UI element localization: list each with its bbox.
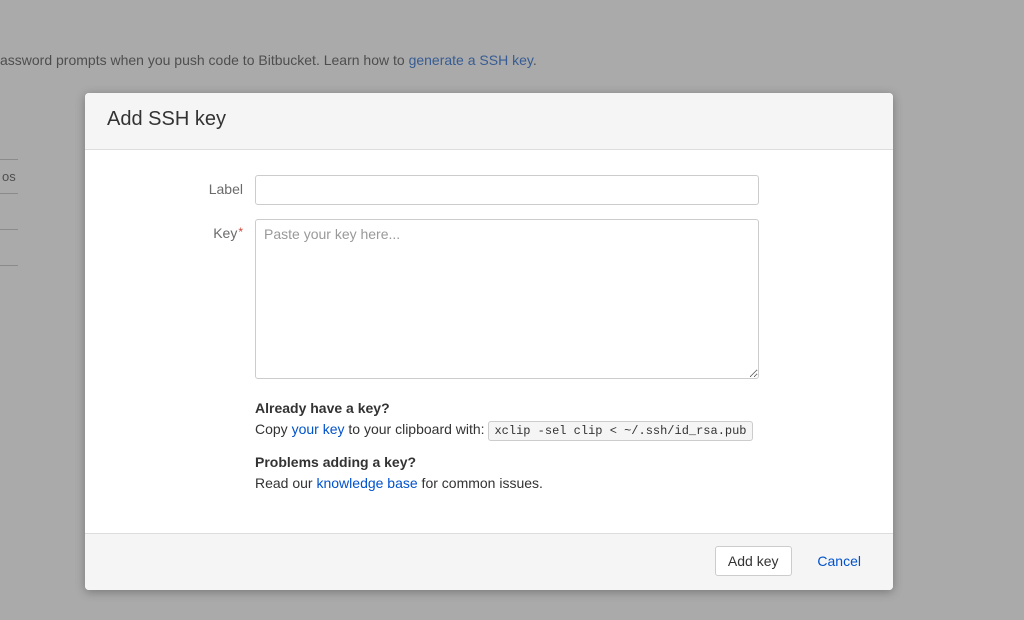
add-ssh-key-modal: Add SSH key Label Key* Already have a ke…: [85, 93, 893, 590]
modal-body: Label Key* Already have a key? Copy your…: [85, 150, 893, 533]
help-section: Already have a key? Copy your key to you…: [255, 400, 759, 494]
help-already-have-heading: Already have a key?: [255, 400, 759, 416]
help-already-have: Already have a key? Copy your key to you…: [255, 400, 759, 440]
help-problems: Problems adding a key? Read our knowledg…: [255, 454, 759, 493]
label-input[interactable]: [255, 175, 759, 205]
key-textarea[interactable]: [255, 219, 759, 379]
modal-header: Add SSH key: [85, 93, 893, 150]
modal-footer: Add key Cancel: [85, 533, 893, 590]
help-already-have-text: Copy your key to your clipboard with: xc…: [255, 419, 759, 440]
knowledge-base-link[interactable]: knowledge base: [316, 475, 417, 491]
required-marker: *: [238, 225, 243, 239]
modal-title: Add SSH key: [107, 108, 871, 131]
key-row: Key*: [107, 219, 871, 382]
add-key-button[interactable]: Add key: [715, 546, 792, 576]
key-field-label: Key*: [107, 219, 255, 241]
label-row: Label: [107, 175, 871, 205]
xclip-command: xclip -sel clip < ~/.ssh/id_rsa.pub: [488, 421, 752, 441]
cancel-button[interactable]: Cancel: [805, 547, 873, 575]
help-problems-text: Read our knowledge base for common issue…: [255, 473, 759, 493]
your-key-link[interactable]: your key: [292, 421, 345, 437]
label-field-label: Label: [107, 175, 255, 197]
help-problems-heading: Problems adding a key?: [255, 454, 759, 470]
